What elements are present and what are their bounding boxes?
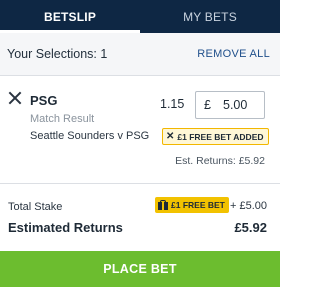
close-icon[interactable] — [8, 91, 22, 105]
free-bet-badge-label: £1 FREE BET — [171, 200, 225, 210]
selection-name: PSG — [30, 93, 58, 108]
event-name: Seattle Sounders v PSG — [30, 130, 150, 142]
stake-value: 5.00 — [223, 98, 248, 112]
totals-panel: Total Stake £1 FREE BET + £5.00 Estimate… — [0, 190, 280, 248]
free-bet-added-label: £1 FREE BET ADDED — [177, 131, 264, 142]
stake-currency: £ — [204, 98, 211, 112]
place-bet-button[interactable]: PLACE BET — [0, 251, 280, 287]
bet-est-returns: Est. Returns: £5.92 — [175, 155, 265, 167]
estimated-returns-label: Estimated Returns — [8, 220, 123, 235]
free-bet-badge: £1 FREE BET — [155, 197, 229, 213]
total-stake-label: Total Stake — [8, 201, 63, 213]
gift-icon — [158, 199, 168, 210]
tab-betslip[interactable]: BETSLIP — [0, 0, 140, 33]
selections-bar: Your Selections: 1 REMOVE ALL — [0, 33, 280, 76]
estimated-returns-value: £5.92 — [234, 220, 267, 235]
odds-value: 1.15 — [160, 97, 185, 111]
tab-my-bets[interactable]: MY BETS — [140, 0, 280, 33]
remove-all-button[interactable]: REMOVE ALL — [197, 48, 270, 60]
betslip-tabs: BETSLIP MY BETS — [0, 0, 280, 33]
divider — [0, 183, 280, 184]
market-name: Match Result — [30, 113, 95, 125]
free-bet-added-badge[interactable]: ✕ £1 FREE BET ADDED — [162, 128, 269, 145]
stake-input[interactable]: £ 5.00 — [195, 91, 265, 119]
close-icon[interactable]: ✕ — [166, 131, 174, 142]
selections-count: Your Selections: 1 — [7, 47, 108, 61]
bet-selection-card: PSG Match Result Seattle Sounders v PSG … — [0, 77, 280, 183]
total-stake-value: + £5.00 — [229, 200, 267, 212]
